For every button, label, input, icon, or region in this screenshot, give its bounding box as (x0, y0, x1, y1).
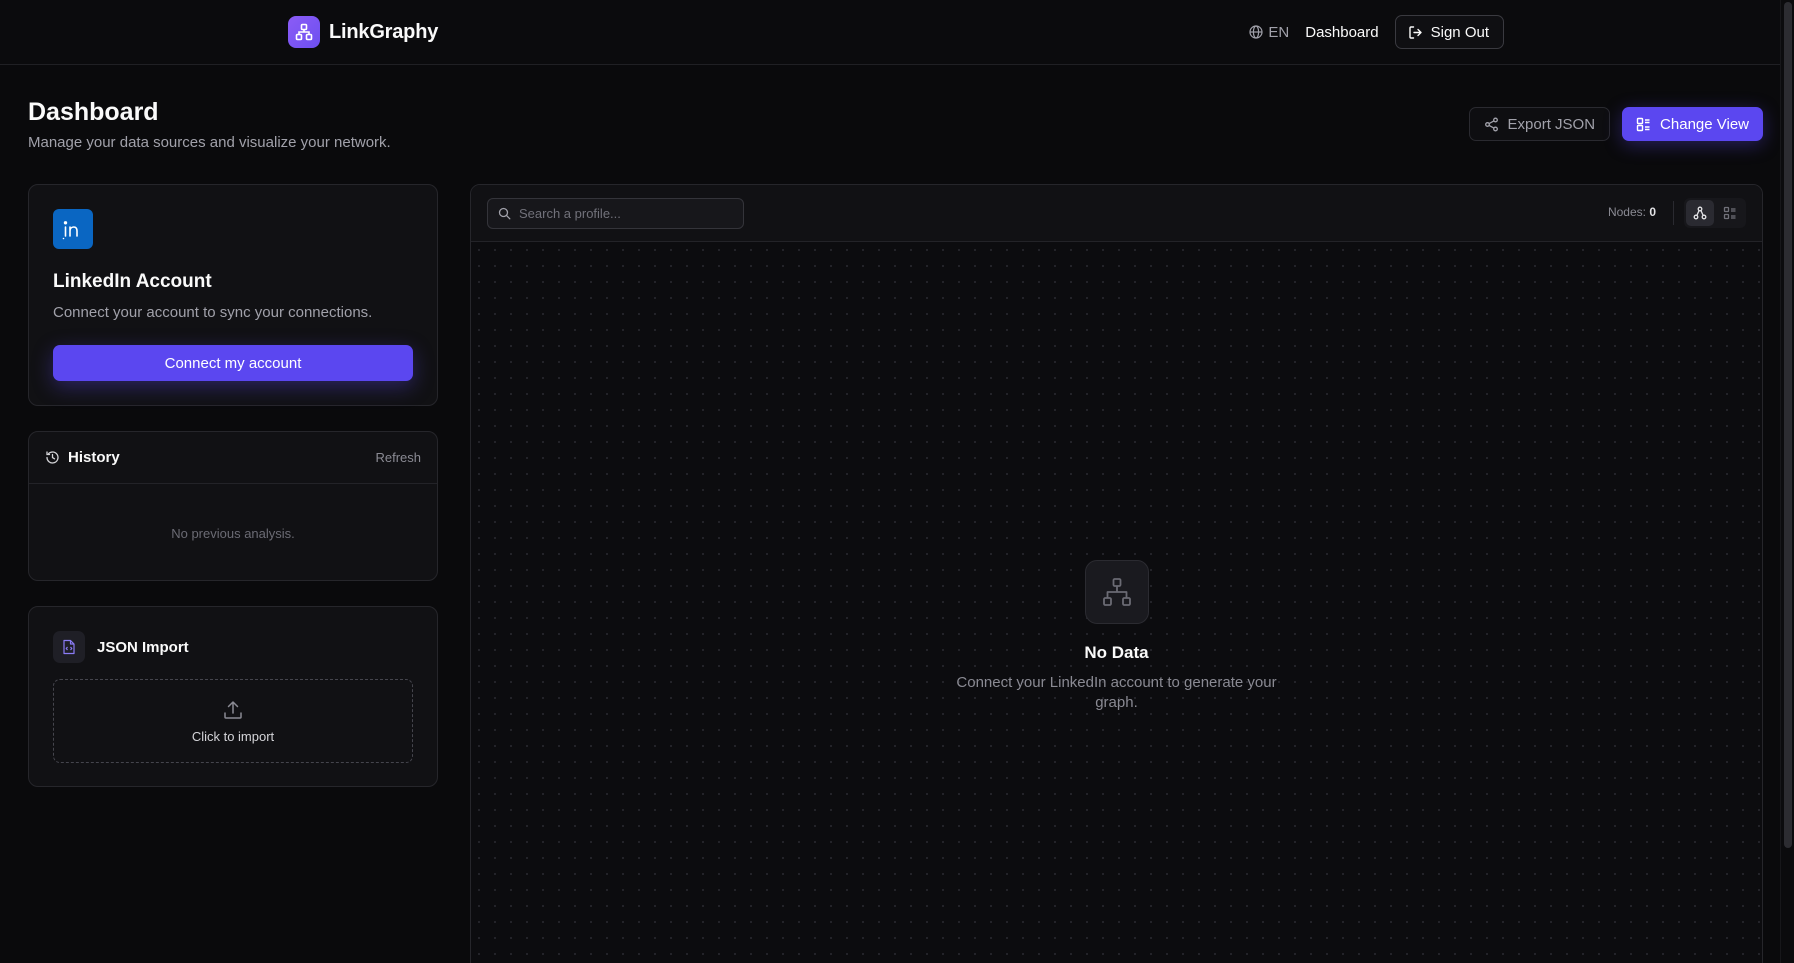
top-nav: EN Dashboard Sign Out (1249, 15, 1504, 49)
nodes-count: 0 (1649, 205, 1656, 219)
language-label: EN (1268, 23, 1290, 41)
history-header: History Refresh (29, 432, 437, 484)
dropzone-label: Click to import (191, 728, 275, 744)
empty-state-description: Connect your LinkedIn account to generat… (956, 674, 1277, 711)
graph-view-icon (1693, 206, 1707, 220)
page-title: Dashboard (28, 98, 159, 126)
change-view-label: Change View (1660, 115, 1749, 133)
linkedin-icon (53, 209, 93, 249)
page-actions: Export JSON Change View (1468, 107, 1763, 141)
json-import-header: JSON Import (53, 631, 189, 663)
network-icon (1084, 560, 1149, 624)
graph-panel: Nodes: 0 (470, 184, 1763, 963)
view-toggle (1684, 198, 1746, 228)
sign-out-label: Sign Out (1430, 23, 1489, 41)
empty-state-title: No Data (1084, 643, 1149, 662)
history-empty-message: No previous analysis. (171, 526, 295, 541)
linkedin-card-description: Connect your account to sync your connec… (53, 304, 373, 321)
search-icon (498, 207, 511, 220)
toolbar-divider (1673, 201, 1674, 225)
history-title: History (68, 449, 120, 466)
json-import-card: JSON Import Click to import (28, 606, 438, 787)
export-json-label: Export JSON (1507, 115, 1596, 133)
nodes-counter: Nodes: 0 (1608, 205, 1656, 219)
brand-name: LinkGraphy (329, 20, 439, 43)
list-view-button[interactable] (1716, 200, 1744, 226)
brand[interactable]: LinkGraphy (288, 16, 438, 48)
graph-canvas[interactable]: No Data Connect your LinkedIn account to… (471, 242, 1762, 963)
nodes-label: Nodes: (1607, 205, 1646, 219)
history-icon (46, 451, 59, 464)
change-view-button[interactable]: Change View (1622, 107, 1763, 141)
empty-state: No Data Connect your LinkedIn account to… (471, 560, 1762, 713)
export-json-button[interactable]: Export JSON (1468, 107, 1611, 141)
list-view-icon (1723, 206, 1736, 220)
profile-search[interactable] (487, 198, 744, 229)
layout-icon (1636, 117, 1650, 131)
page-scrollbar[interactable] (1780, 0, 1794, 963)
network-icon (288, 16, 320, 48)
sign-out-icon (1408, 25, 1422, 39)
history-refresh-button[interactable]: Refresh (375, 450, 421, 465)
connect-account-button[interactable]: Connect my account (53, 345, 413, 381)
history-card: History Refresh No previous analysis. (28, 431, 438, 581)
json-import-title: JSON Import (97, 638, 189, 656)
app-root: LinkGraphy EN Dashboard Sign Out Dashboa… (0, 0, 1794, 963)
top-bar: LinkGraphy EN Dashboard Sign Out (0, 0, 1794, 65)
graph-toolbar: Nodes: 0 (471, 185, 1762, 242)
file-code-icon (53, 631, 85, 663)
globe-icon (1249, 25, 1263, 39)
json-import-dropzone[interactable]: Click to import (53, 679, 413, 763)
linkedin-card-title: LinkedIn Account (53, 271, 212, 292)
graph-view-button[interactable] (1686, 200, 1714, 226)
profile-search-input[interactable] (519, 206, 729, 221)
page-subtitle: Manage your data sources and visualize y… (28, 134, 391, 151)
linkedin-account-card: LinkedIn Account Connect your account to… (28, 184, 438, 406)
sign-out-button[interactable]: Sign Out (1394, 15, 1504, 49)
share-icon (1484, 117, 1498, 131)
nav-dashboard-link[interactable]: Dashboard (1305, 24, 1378, 41)
scrollbar-thumb[interactable] (1784, 2, 1792, 848)
upload-icon (224, 700, 242, 719)
language-switcher[interactable]: EN (1249, 24, 1289, 41)
